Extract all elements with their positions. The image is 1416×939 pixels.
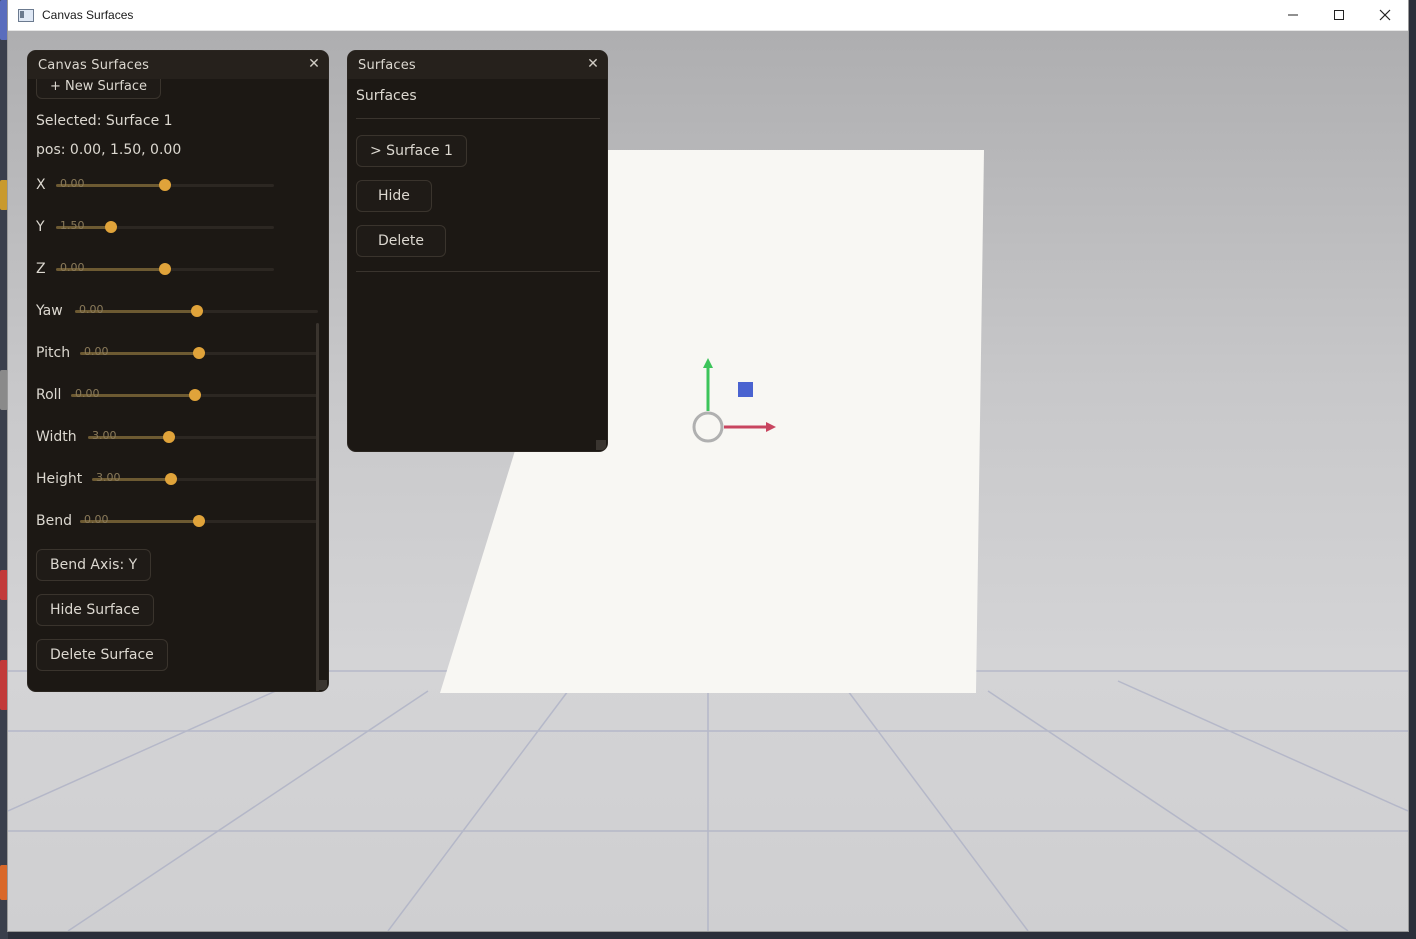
panel-title: Surfaces: [358, 57, 416, 73]
slider-label: Width: [36, 429, 77, 445]
title-bar[interactable]: Canvas Surfaces: [8, 0, 1408, 31]
slider-row-roll: Roll 0.00: [36, 385, 318, 405]
desktop-icon: [0, 180, 8, 210]
window-controls: [1270, 0, 1408, 30]
slider-knob[interactable]: [159, 263, 171, 275]
slider-knob[interactable]: [189, 389, 201, 401]
slider-label: Z: [36, 261, 46, 277]
slider-knob[interactable]: [159, 179, 171, 191]
slider-value: 0.00: [60, 261, 85, 274]
close-button[interactable]: [1362, 0, 1408, 30]
resize-grip[interactable]: [596, 440, 606, 450]
slider-value: 3.00: [96, 471, 121, 484]
close-icon: [1379, 9, 1391, 21]
window-title: Canvas Surfaces: [42, 8, 134, 22]
panel-title: Canvas Surfaces: [38, 57, 150, 73]
desktop-icon: [0, 660, 8, 710]
selected-surface-text: Selected: Surface 1: [36, 113, 173, 129]
slider-label: Roll: [36, 387, 62, 403]
surfaces-panel: Surfaces ✕ Surfaces > Surface 1 Hide Del…: [347, 50, 608, 452]
slider-row-width: Width 3.00: [36, 427, 318, 447]
slider-value: 0.00: [79, 303, 104, 316]
slider-label: Pitch: [36, 345, 71, 361]
desktop-icon: [0, 865, 8, 900]
desktop-icon: [0, 570, 8, 600]
slider-label: Y: [36, 219, 45, 235]
slider-knob[interactable]: [193, 515, 205, 527]
slider-row-pitch: Pitch 0.00: [36, 343, 318, 363]
slider-track[interactable]: [88, 436, 318, 439]
slider-knob[interactable]: [191, 305, 203, 317]
bend-axis-button[interactable]: Bend Axis: Y: [36, 549, 152, 581]
app-icon: [18, 8, 34, 22]
slider-value: 3.00: [92, 429, 117, 442]
slider-value: 0.00: [60, 177, 85, 190]
slider-row-height: Height 3.00: [36, 469, 318, 489]
slider-label: Bend: [36, 513, 72, 529]
slider-value: 0.00: [84, 513, 109, 526]
slider-knob[interactable]: [193, 347, 205, 359]
minimize-icon: [1288, 14, 1298, 16]
resize-grip[interactable]: [317, 680, 327, 690]
delete-surface-button[interactable]: Delete Surface: [36, 639, 168, 671]
maximize-button[interactable]: [1316, 0, 1362, 30]
surfaces-heading: Surfaces: [356, 88, 417, 104]
slider-label: Yaw: [36, 303, 63, 319]
divider: [356, 118, 600, 119]
slider-label: Height: [36, 471, 83, 487]
position-readout: pos: 0.00, 1.50, 0.00: [36, 142, 182, 158]
slider-knob[interactable]: [165, 473, 177, 485]
panel-scrollbar[interactable]: [316, 323, 319, 691]
hide-button[interactable]: Hide: [356, 180, 432, 212]
slider-row-y: Y 1.50: [36, 217, 318, 237]
close-icon[interactable]: ✕: [587, 56, 599, 72]
app-window: Canvas Surfaces Canvas Surfaces ✕ + New …: [8, 0, 1408, 931]
3d-viewport[interactable]: Canvas Surfaces ✕ + New Surface Selected…: [8, 31, 1408, 931]
slider-knob[interactable]: [163, 431, 175, 443]
hide-surface-button[interactable]: Hide Surface: [36, 594, 154, 626]
close-icon[interactable]: ✕: [308, 56, 320, 72]
surface-list-item[interactable]: > Surface 1: [356, 135, 467, 167]
minimize-button[interactable]: [1270, 0, 1316, 30]
divider: [356, 271, 600, 272]
slider-label: X: [36, 177, 46, 193]
slider-row-bend: Bend 0.00: [36, 511, 318, 531]
slider-value: 1.50: [60, 219, 85, 232]
desktop-edge: [0, 0, 8, 939]
desktop-icon: [0, 370, 8, 410]
slider-track[interactable]: [92, 478, 318, 481]
slider-value: 0.00: [75, 387, 100, 400]
slider-row-x: X 0.00: [36, 175, 318, 195]
maximize-icon: [1334, 10, 1344, 20]
slider-value: 0.00: [84, 345, 109, 358]
canvas-surfaces-panel: Canvas Surfaces ✕ + New Surface Selected…: [27, 50, 329, 692]
delete-button[interactable]: Delete: [356, 225, 446, 257]
slider-track[interactable]: [56, 226, 274, 229]
slider-knob[interactable]: [105, 221, 117, 233]
slider-row-yaw: Yaw 0.00: [36, 301, 318, 321]
gizmo-z-handle[interactable]: [738, 382, 753, 397]
panel-header[interactable]: Surfaces ✕: [348, 51, 607, 79]
desktop-icon: [0, 0, 8, 40]
slider-row-z: Z 0.00: [36, 259, 318, 279]
panel-header[interactable]: Canvas Surfaces ✕: [28, 51, 328, 79]
